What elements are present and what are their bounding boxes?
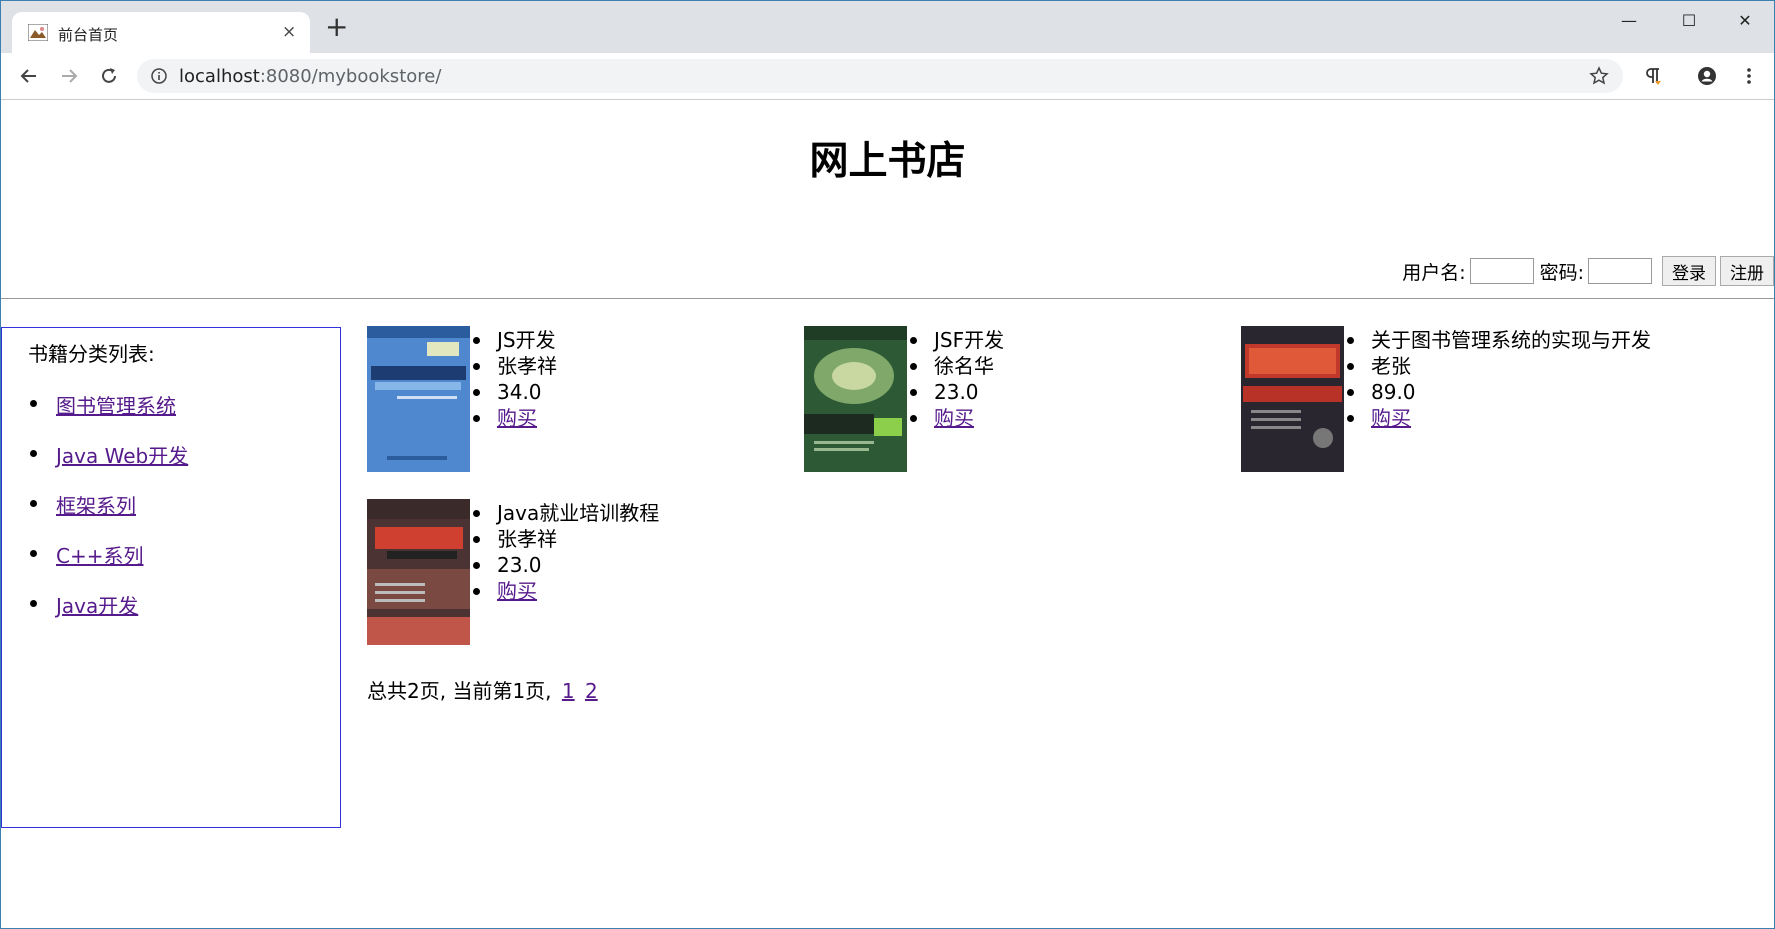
register-button[interactable]: 注册 — [1720, 256, 1774, 286]
buy-link[interactable]: 购买 — [497, 579, 537, 603]
menu-kebab-icon[interactable] — [1739, 66, 1759, 86]
buy-item: 购买 — [909, 405, 1004, 431]
info-icon[interactable] — [151, 68, 167, 84]
divider — [1, 298, 1774, 299]
password-label: 密码: — [1539, 261, 1584, 284]
book-title: 关于图书管理系统的实现与开发 — [1347, 328, 1651, 352]
category-item: Java Web开发 — [28, 440, 188, 490]
window-close-icon[interactable]: ✕ — [1717, 1, 1773, 41]
book-details: Java就业培训教程 张孝祥 23.0 购买 — [472, 500, 660, 604]
pagination: 总共2页, 当前第1页, 1 2 — [367, 675, 598, 704]
buy-item: 购买 — [1347, 405, 1651, 431]
page-link-2[interactable]: 2 — [585, 679, 598, 703]
book-details: JSF开发 徐名华 23.0 购买 — [909, 327, 1005, 431]
book-title: JSF开发 — [909, 328, 1005, 352]
jsf-book-cover-icon[interactable] — [804, 326, 907, 472]
category-item: Java开发 — [28, 590, 188, 640]
tab-strip: 前台首页 × + — ☐ ✕ — [1, 1, 1774, 53]
category-link[interactable]: C++系列 — [56, 544, 143, 568]
book-card: JSF开发 徐名华 23.0 购买 — [804, 326, 1224, 476]
pilcrow-extension-icon[interactable] — [1643, 66, 1663, 86]
category-sidebar: 书籍分类列表: 图书管理系统 Java Web开发 框架系列 C++系列 Jav… — [1, 327, 341, 828]
book-author: 老张 — [1347, 353, 1651, 379]
category-link[interactable]: 框架系列 — [56, 494, 136, 518]
forward-arrow-icon[interactable] — [59, 66, 79, 86]
login-form: 用户名: 密码: 登录 注册 — [1402, 256, 1774, 286]
bookmark-star-icon[interactable] — [1589, 66, 1609, 86]
buy-link[interactable]: 购买 — [497, 406, 537, 430]
book-price: 34.0 — [473, 379, 557, 405]
book-card: 关于图书管理系统的实现与开发 老张 89.0 购买 — [1241, 326, 1661, 476]
new-tab-icon[interactable]: + — [325, 13, 348, 41]
pagination-summary: 总共2页, 当前第1页, — [367, 679, 552, 703]
maximize-icon[interactable]: ☐ — [1661, 1, 1717, 41]
book-title: JS开发 — [473, 328, 556, 352]
category-link[interactable]: Java开发 — [56, 594, 138, 618]
book-price: 23.0 — [472, 552, 659, 578]
category-item: 图书管理系统 — [28, 390, 188, 440]
url-text[interactable]: localhost:8080/mybookstore/ — [179, 66, 441, 87]
category-item: C++系列 — [28, 540, 188, 590]
address-bar[interactable]: localhost:8080/mybookstore/ — [137, 59, 1623, 93]
book-price: 23.0 — [909, 379, 1004, 405]
javascript-book-cover-icon[interactable] — [367, 326, 470, 472]
minimize-icon[interactable]: — — [1601, 1, 1657, 41]
tab-title: 前台首页 — [58, 26, 119, 44]
page-link-1[interactable]: 1 — [562, 679, 575, 703]
account-icon[interactable] — [1697, 66, 1717, 86]
category-link[interactable]: Java Web开发 — [56, 444, 188, 468]
browser-window: 前台首页 × + — ☐ ✕ localhost:8080/mybookstor… — [0, 0, 1775, 929]
buy-link[interactable]: 购买 — [934, 406, 974, 430]
book-author: 张孝祥 — [472, 526, 659, 552]
username-label: 用户名: — [1402, 261, 1466, 284]
tab-close-icon[interactable]: × — [282, 22, 296, 42]
book-details: 关于图书管理系统的实现与开发 老张 89.0 购买 — [1347, 327, 1651, 431]
password-input[interactable] — [1588, 258, 1652, 284]
j2ee-book-cover-icon[interactable] — [1241, 326, 1344, 472]
login-button[interactable]: 登录 — [1662, 256, 1716, 286]
buy-item: 购买 — [473, 405, 557, 431]
page-favicon-icon — [28, 24, 48, 41]
category-list: 图书管理系统 Java Web开发 框架系列 C++系列 Java开发 — [28, 390, 188, 640]
java-book-cover-icon[interactable] — [367, 499, 470, 645]
browser-toolbar: localhost:8080/mybookstore/ — [1, 53, 1774, 100]
page-content: 网上书店 用户名: 密码: 登录 注册 书籍分类列表: 图书管理系统 Java … — [1, 100, 1774, 928]
sidebar-title: 书籍分类列表: — [28, 342, 155, 366]
buy-item: 购买 — [472, 578, 659, 604]
book-author: 张孝祥 — [473, 354, 557, 378]
category-item: 框架系列 — [28, 490, 188, 540]
book-price: 89.0 — [1347, 379, 1651, 405]
site-title: 网上书店 — [809, 139, 966, 184]
book-card: Java就业培训教程 张孝祥 23.0 购买 — [367, 499, 787, 649]
book-title: Java就业培训教程 — [472, 501, 660, 525]
back-arrow-icon[interactable] — [19, 66, 39, 86]
reload-icon[interactable] — [99, 66, 119, 86]
book-details: JS开发 张孝祥 34.0 购买 — [473, 327, 557, 431]
username-input[interactable] — [1469, 258, 1534, 284]
book-card: JS开发 张孝祥 34.0 购买 — [367, 326, 787, 476]
url-path: :8080/mybookstore/ — [259, 66, 442, 87]
category-link[interactable]: 图书管理系统 — [56, 394, 176, 418]
url-host: localhost — [179, 66, 260, 87]
book-author: 徐名华 — [909, 353, 1004, 379]
buy-link[interactable]: 购买 — [1371, 406, 1411, 430]
tab-home[interactable]: 前台首页 × — [12, 12, 310, 53]
